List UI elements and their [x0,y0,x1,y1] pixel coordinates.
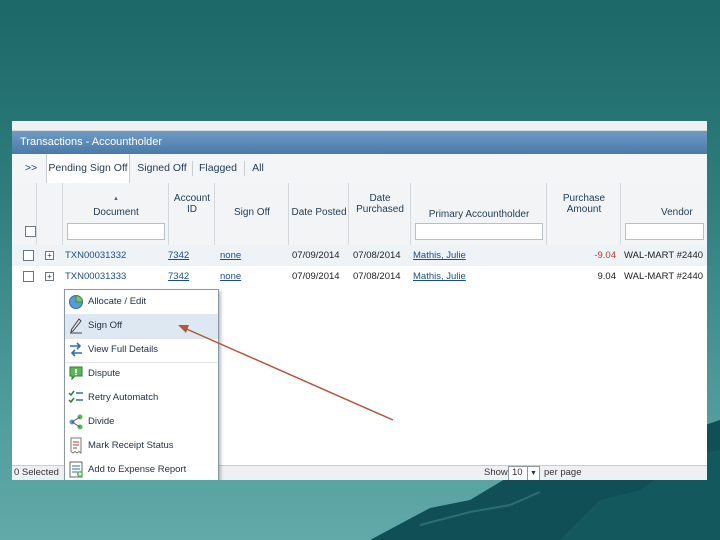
app-window: Transactions - Accountholder >> Pending … [12,121,707,480]
menu-item-label: Sign Off [88,320,123,331]
menu-item-allocate-edit[interactable]: Allocate / Edit [65,290,218,315]
column-purchase-amount[interactable]: Purchase Amount [546,183,621,245]
column-date-posted[interactable]: Date Posted [288,183,349,245]
menu-item-divide[interactable]: Divide [65,410,218,434]
column-sign-off-label: Sign Off [234,207,270,218]
divide-icon [69,414,83,430]
menu-item-label: Add to Expense Report [88,464,187,475]
pen-icon [70,318,82,334]
menu-item-view-full-details[interactable]: View Full Details [65,338,218,363]
menu-item-mark-receipt-status[interactable]: Mark Receipt Status [65,434,218,458]
sign-off-link[interactable]: none [220,245,241,266]
tab-divider [244,161,245,176]
menu-item-sign-off[interactable]: Sign Off [65,314,218,339]
column-purchase-amount-label: Purchase Amount [562,193,606,215]
document-filter-input[interactable] [67,223,165,240]
tab-divider [192,161,193,176]
menu-item-label: Mark Receipt Status [88,440,174,451]
select-all-checkbox[interactable] [25,226,36,237]
receipt-icon [70,437,82,454]
document-id: TXN00031332 [65,250,127,261]
select-all-column [12,183,36,245]
accountholder-link[interactable]: Mathis, Julie [413,266,466,287]
per-page-label: per page [544,467,582,478]
date-posted: 07/09/2014 [292,250,340,261]
accountholder-filter-input[interactable] [415,223,543,240]
column-vendor-label: Vendor [661,207,693,218]
grid-header: ▲ Document Account ID Sign Off Date Poste… [12,183,707,246]
page-size-value: 10 [512,467,523,478]
table-row[interactable]: + TXN00031333 7342 none 07/09/2014 07/08… [12,266,707,287]
menu-item-add-to-expense-report[interactable]: Add to Expense Report [65,458,218,480]
menu-item-retry-automatch[interactable]: Retry Automatch [65,386,218,410]
show-label: Show [484,467,508,478]
table-row[interactable]: + TXN00031332 7342 none 07/09/2014 07/08… [12,245,707,266]
tab-signed-off[interactable]: Signed Off [134,154,190,183]
date-purchased: 07/08/2014 [353,250,401,261]
date-purchased: 07/08/2014 [353,271,401,282]
column-document[interactable]: ▲ Document [62,183,169,245]
page-size-select[interactable]: 10 ▼ [508,466,540,480]
column-document-label: Document [93,207,139,218]
column-account-id[interactable]: Account ID [168,183,215,245]
sort-ascending-icon: ▲ [113,196,119,202]
vendor-filter-input[interactable] [625,223,704,240]
accountholder-link[interactable]: Mathis, Julie [413,245,466,266]
selected-count: 0 Selected [14,467,59,478]
window-title: Transactions - Accountholder [12,131,707,154]
tab-pending-sign-off[interactable]: Pending Sign Off [46,154,130,184]
vendor-name: WAL-MART #2440 [624,271,704,282]
menu-item-label: Dispute [88,368,121,379]
expand-column [36,183,63,245]
tab-expand[interactable]: >> [18,154,44,183]
account-id-link[interactable]: 7342 [168,266,189,287]
swap-arrows-icon [70,342,82,357]
column-primary-accountholder-label: Primary Accountholder [428,209,530,220]
column-date-posted-label: Date Posted [291,207,347,218]
menu-item-label: Retry Automatch [88,392,159,403]
menu-item-label: Divide [88,416,115,427]
menu-item-label: View Full Details [88,344,159,355]
column-vendor[interactable]: Vendor [620,183,707,245]
pie-chart-icon [69,294,84,309]
tab-all[interactable]: All [246,154,270,183]
row-checkbox[interactable] [23,271,34,282]
tab-bar: >> Pending Sign Off Signed Off Flagged A… [12,154,707,184]
expand-row-icon[interactable]: + [45,272,54,281]
column-primary-accountholder[interactable]: Primary Accountholder [410,183,547,245]
purchase-amount: 9.04 [597,271,617,282]
sign-off-link[interactable]: none [220,266,241,287]
chevron-down-icon: ▼ [527,467,539,480]
column-date-purchased[interactable]: Date Purchased [348,183,411,245]
expand-row-icon[interactable]: + [45,251,54,260]
column-date-purchased-label: Date Purchased [356,193,404,215]
column-account-id-label: Account ID [173,193,211,215]
menu-item-dispute[interactable]: Dispute [65,362,218,386]
window-top-strip [12,121,707,131]
expense-report-icon [69,461,83,478]
vendor-name: WAL-MART #2440 [624,250,704,261]
context-menu: Allocate / Edit Sign Off View Full Detai… [64,289,219,480]
tab-flagged[interactable]: Flagged [194,154,242,183]
document-id: TXN00031333 [65,271,127,282]
menu-item-label: Allocate / Edit [88,296,147,307]
purchase-amount: -9.04 [594,250,616,261]
column-sign-off[interactable]: Sign Off [214,183,289,245]
account-id-link[interactable]: 7342 [168,245,189,266]
row-checkbox[interactable] [23,250,34,261]
checklist-icon [68,390,83,404]
date-posted: 07/09/2014 [292,271,340,282]
dispute-icon [69,366,83,381]
